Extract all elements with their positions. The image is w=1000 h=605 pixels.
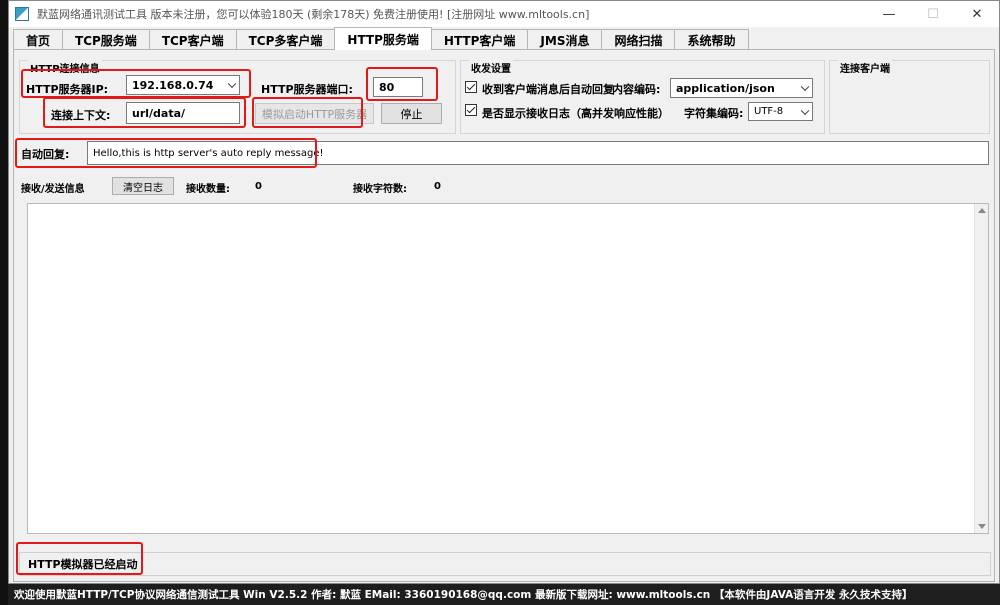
recv-count-value: 0 — [255, 181, 262, 192]
window-controls: — ☐ ✕ — [867, 1, 999, 27]
scroll-down-icon[interactable] — [978, 524, 986, 529]
tab-bar: 首页 TCP服务端 TCP客户端 TCP多客户端 HTTP服务端 HTTP客户端… — [13, 27, 749, 50]
clients-group-title: 连接客户端 — [838, 60, 892, 75]
auto-reply-input[interactable]: Hello,this is http server's auto reply m… — [87, 141, 989, 165]
server-port-input[interactable]: 80 — [373, 77, 423, 97]
content-type-select[interactable]: application/json — [670, 78, 813, 98]
status-bar: HTTP模拟器已经启动 — [19, 552, 991, 576]
context-input[interactable]: url/data/ — [126, 102, 240, 124]
maximize-button[interactable]: ☐ — [911, 1, 955, 27]
auto-reply-label: 自动回复: — [21, 148, 70, 161]
app-icon — [15, 7, 29, 21]
server-ip-label: HTTP服务器IP: — [26, 83, 109, 96]
clients-group: 连接客户端 — [829, 60, 990, 134]
scroll-up-icon[interactable] — [978, 208, 986, 213]
tab-home[interactable]: 首页 — [13, 29, 64, 50]
recv-chars-label: 接收字符数: — [353, 184, 407, 195]
background-terminal — [0, 0, 8, 605]
minimize-button[interactable]: — — [867, 1, 911, 27]
log-label: 接收/发送信息 — [21, 184, 85, 195]
tab-jms[interactable]: JMS消息 — [527, 29, 603, 50]
context-label: 连接上下文: — [51, 109, 111, 122]
server-ip-select[interactable]: 192.168.0.74 — [126, 75, 240, 95]
app-window: 默蓝网络通讯测试工具 版本未注册，您可以体验180天 (剩余178天) 免费注册… — [8, 0, 1000, 584]
content-type-label: 内容编码: — [612, 83, 661, 96]
server-port-label: HTTP服务器端口: — [261, 83, 353, 96]
recv-chars-value: 0 — [434, 181, 441, 192]
clear-log-button[interactable]: 清空日志 — [112, 177, 174, 195]
tab-help[interactable]: 系统帮助 — [674, 29, 749, 50]
title-bar: 默蓝网络通讯测试工具 版本未注册，您可以体验180天 (剩余178天) 免费注册… — [9, 1, 999, 27]
server-ip-value: 192.168.0.74 — [132, 78, 214, 92]
show-log-check-label: 是否显示接收日志（高并发响应性能） — [482, 107, 669, 120]
auto-reply-checkbox[interactable] — [465, 81, 477, 93]
chevron-down-icon — [800, 82, 810, 92]
footer-text: 欢迎使用默蓝HTTP/TCP协议网络通信测试工具 Win V2.5.2 作者: … — [14, 589, 913, 601]
tab-http-server[interactable]: HTTP服务端 — [334, 27, 432, 50]
charset-value: UTF-8 — [754, 106, 784, 117]
status-text: HTTP模拟器已经启动 — [28, 558, 138, 571]
tab-network-scan[interactable]: 网络扫描 — [601, 29, 676, 50]
chevron-down-icon — [800, 106, 810, 115]
auto-reply-check-label: 收到客户端消息后自动回复 — [482, 83, 614, 96]
start-server-button[interactable]: 模拟启动HTTP服务器 — [255, 103, 374, 124]
tab-tcp-server[interactable]: TCP服务端 — [62, 29, 150, 50]
charset-select[interactable]: UTF-8 — [748, 102, 813, 121]
charset-label: 字符集编码: — [684, 107, 744, 120]
connection-group-title: HTTP连接信息 — [28, 60, 102, 75]
tab-tcp-multi-client[interactable]: TCP多客户端 — [235, 29, 336, 50]
recv-count-label: 接收数量: — [186, 184, 230, 195]
tab-tcp-client[interactable]: TCP客户端 — [148, 29, 237, 50]
settings-group-title: 收发设置 — [469, 60, 513, 75]
footer-bar: 欢迎使用默蓝HTTP/TCP协议网络通信测试工具 Win V2.5.2 作者: … — [8, 584, 1000, 605]
show-log-checkbox[interactable] — [465, 104, 477, 116]
tab-http-client[interactable]: HTTP客户端 — [430, 29, 529, 50]
log-scrollbar[interactable] — [974, 204, 988, 533]
log-textarea[interactable] — [27, 203, 989, 534]
content-type-value: application/json — [676, 81, 775, 95]
window-title: 默蓝网络通讯测试工具 版本未注册，您可以体验180天 (剩余178天) 免费注册… — [37, 8, 590, 21]
close-button[interactable]: ✕ — [955, 1, 999, 27]
chevron-down-icon — [227, 79, 237, 89]
http-server-panel: HTTP连接信息 HTTP服务器IP: 192.168.0.74 HTTP服务器… — [13, 49, 995, 582]
stop-server-button[interactable]: 停止 — [381, 103, 442, 124]
